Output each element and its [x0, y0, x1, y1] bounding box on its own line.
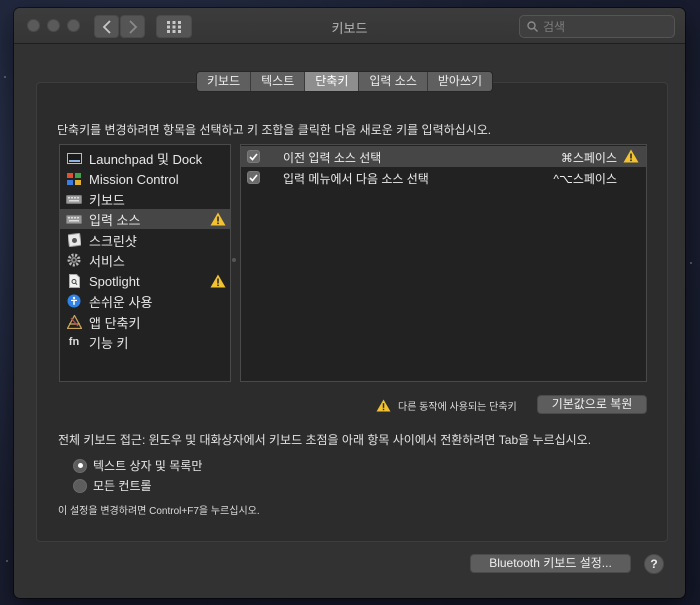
- category-item-app-shortcuts[interactable]: 앱 단축키: [60, 312, 230, 332]
- tab-keyboard[interactable]: 키보드: [197, 72, 252, 91]
- mission-control-icon: [66, 172, 82, 186]
- services-gear-icon: [66, 253, 82, 267]
- category-item-function-keys[interactable]: fn 기능 키: [60, 332, 230, 352]
- tab-shortcuts[interactable]: 단축키: [305, 72, 360, 91]
- tab-input-sources[interactable]: 입력 소스: [359, 72, 428, 91]
- keyboard-preferences-window: 키보드 키보드 텍스트 단축키 입력 소스 받아쓰기 단축키를 변경하려면 항목…: [14, 8, 685, 598]
- tab-text[interactable]: 텍스트: [251, 72, 306, 91]
- conflict-legend: 다른 동작에 사용되는 단축키: [376, 398, 517, 413]
- category-label: 키보드: [89, 192, 125, 208]
- category-label: 손쉬운 사용: [89, 294, 153, 310]
- launchpad-icon: [66, 151, 82, 165]
- keyboard-icon: [66, 192, 82, 206]
- search-input[interactable]: [543, 19, 663, 34]
- shortcut-enabled-checkbox[interactable]: [247, 150, 260, 163]
- warning-icon: [210, 274, 226, 288]
- spotlight-document-icon: [66, 274, 82, 288]
- shortcut-label: 이전 입력 소스 선택: [283, 151, 382, 165]
- shortcut-keys[interactable]: ^⌥스페이스: [553, 170, 617, 187]
- input-source-icon: [66, 212, 82, 226]
- radio-button[interactable]: [73, 478, 87, 493]
- category-label: 입력 소스: [89, 212, 141, 228]
- app-shortcuts-icon: [66, 315, 82, 329]
- tab-dictation[interactable]: 받아쓰기: [427, 72, 493, 91]
- warning-icon: [623, 149, 639, 163]
- title-bar: 키보드: [14, 8, 685, 44]
- background-star: [4, 76, 6, 78]
- radio-all-controls[interactable]: 모든 컨트롤: [73, 477, 152, 494]
- warning-icon: [210, 212, 226, 226]
- function-keys-icon: fn: [68, 336, 80, 348]
- background-star: [6, 560, 8, 562]
- search-icon: [527, 21, 538, 32]
- category-label: 앱 단축키: [89, 315, 141, 331]
- radio-label: 모든 컨트롤: [93, 479, 152, 493]
- radio-button-selected[interactable]: [73, 458, 87, 473]
- accessibility-icon: [66, 294, 82, 308]
- category-item-input-sources[interactable]: 입력 소스: [60, 209, 230, 229]
- category-label: Spotlight: [89, 273, 140, 289]
- shortcut-list[interactable]: 이전 입력 소스 선택 ⌘스페이스 입력 메뉴에서 다음 소스 선택 ^⌥스페이…: [240, 144, 647, 382]
- split-view-handle[interactable]: [232, 258, 236, 262]
- checkmark-icon: [249, 152, 258, 161]
- shortcut-row-previous-input-source[interactable]: 이전 입력 소스 선택 ⌘스페이스: [241, 146, 646, 167]
- restore-defaults-button[interactable]: 기본값으로 복원: [537, 395, 647, 414]
- warning-icon: [376, 399, 391, 412]
- screenshot-icon: [66, 233, 82, 247]
- background-star: [690, 262, 692, 264]
- radio-label: 텍스트 상자 및 목록만: [93, 459, 203, 473]
- category-label: 스크린샷: [89, 233, 137, 249]
- shortcut-label: 입력 메뉴에서 다음 소스 선택: [283, 172, 429, 186]
- category-item-keyboard[interactable]: 키보드: [60, 189, 230, 209]
- category-label: 서비스: [89, 253, 125, 269]
- category-item-spotlight[interactable]: Spotlight: [60, 271, 230, 291]
- category-item-mission-control[interactable]: Mission Control: [60, 169, 230, 189]
- category-item-screenshots[interactable]: 스크린샷: [60, 230, 230, 250]
- category-label: Mission Control: [89, 171, 179, 187]
- category-item-accessibility[interactable]: 손쉬운 사용: [60, 291, 230, 311]
- checkmark-icon: [249, 173, 258, 182]
- category-label: Launchpad 및 Dock: [89, 151, 203, 167]
- bluetooth-keyboard-setup-button[interactable]: Bluetooth 키보드 설정...: [470, 554, 631, 573]
- instructions-text: 단축키를 변경하려면 항목을 선택하고 키 조합을 클릭한 다음 새로운 키를 …: [57, 123, 492, 137]
- search-field[interactable]: [519, 15, 675, 38]
- help-button[interactable]: ?: [644, 554, 664, 574]
- control-f7-hint: 이 설정을 변경하려면 Control+F7을 누르십시오.: [58, 506, 260, 517]
- category-list[interactable]: Launchpad 및 Dock Mission Control 키보드 입력 …: [59, 144, 231, 382]
- radio-text-boxes-and-lists[interactable]: 텍스트 상자 및 목록만: [73, 457, 202, 474]
- tab-bar: 키보드 텍스트 단축키 입력 소스 받아쓰기: [196, 71, 494, 92]
- full-keyboard-access-text: 전체 키보드 접근: 윈도우 및 대화상자에서 키보드 초점을 아래 항목 사이…: [58, 433, 592, 447]
- category-label: 기능 키: [89, 335, 129, 351]
- category-item-launchpad-dock[interactable]: Launchpad 및 Dock: [60, 148, 230, 168]
- category-item-services[interactable]: 서비스: [60, 250, 230, 270]
- shortcut-row-next-input-source[interactable]: 입력 메뉴에서 다음 소스 선택 ^⌥스페이스: [241, 167, 646, 188]
- shortcut-keys[interactable]: ⌘스페이스: [561, 149, 617, 166]
- shortcut-enabled-checkbox[interactable]: [247, 171, 260, 184]
- legend-text: 다른 동작에 사용되는 단축키: [398, 402, 517, 413]
